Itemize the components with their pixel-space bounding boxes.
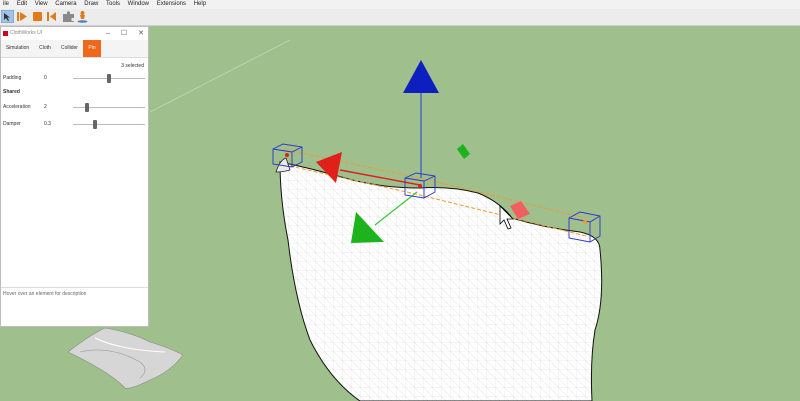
menu-tools[interactable]: Tools	[106, 0, 120, 9]
damper-value[interactable]: 0.3	[44, 121, 51, 127]
stop-icon[interactable]	[31, 10, 44, 23]
padding-slider-thumb[interactable]	[107, 74, 111, 83]
menu-file[interactable]: ile	[3, 0, 9, 9]
acceleration-label: Acceleration	[3, 104, 31, 110]
clothworks-panel: ClothWorks UI – ☐ ✕ Simulation Cloth Col…	[0, 26, 149, 327]
damper-slider-track[interactable]	[73, 124, 145, 125]
damper-label: Damper	[3, 121, 21, 127]
padding-value[interactable]: 0	[44, 75, 47, 81]
panel-description: Hover over an element for description	[3, 291, 87, 297]
menu-edit[interactable]: Edit	[17, 0, 27, 9]
menu-draw[interactable]: Draw	[84, 0, 98, 9]
tab-cloth[interactable]: Cloth	[34, 40, 56, 57]
rewind-icon[interactable]	[45, 10, 58, 23]
tab-collider[interactable]: Collider	[56, 40, 83, 57]
shared-heading: Shared	[3, 89, 20, 95]
panel-titlebar[interactable]: ClothWorks UI – ☐ ✕	[1, 27, 148, 40]
menu-bar: ile Edit View Camera Draw Tools Window E…	[0, 0, 800, 9]
menu-help[interactable]: Help	[194, 0, 206, 9]
panel-divider	[1, 287, 148, 288]
select-icon[interactable]	[1, 10, 14, 23]
damper-slider-thumb[interactable]	[92, 120, 97, 129]
menu-window[interactable]: Window	[128, 0, 149, 9]
menu-view[interactable]: View	[35, 0, 48, 9]
close-icon[interactable]: ✕	[138, 30, 144, 37]
maximize-icon[interactable]: ☐	[121, 30, 127, 37]
acceleration-slider-track[interactable]	[73, 107, 145, 108]
tab-pin[interactable]: Pin	[83, 40, 101, 57]
panel-tabs: Simulation Cloth Collider Pin	[1, 40, 148, 58]
play-icon[interactable]	[16, 10, 29, 23]
panel-title: ClothWorks UI	[10, 30, 43, 36]
acceleration-value[interactable]: 2	[44, 104, 47, 110]
acceleration-slider-thumb[interactable]	[85, 103, 90, 112]
figure-icon[interactable]	[76, 10, 89, 23]
selected-count: 3 selected	[121, 63, 144, 69]
clothworks-logo-icon	[3, 31, 8, 36]
toolbar	[0, 9, 800, 26]
padding-label: Padding	[3, 75, 22, 81]
menu-extensions[interactable]: Extensions	[157, 0, 186, 9]
tab-simulation[interactable]: Simulation	[1, 40, 34, 57]
puzzle-icon[interactable]	[62, 10, 75, 23]
menu-camera[interactable]: Camera	[55, 0, 76, 9]
minimize-icon[interactable]: –	[106, 30, 110, 37]
